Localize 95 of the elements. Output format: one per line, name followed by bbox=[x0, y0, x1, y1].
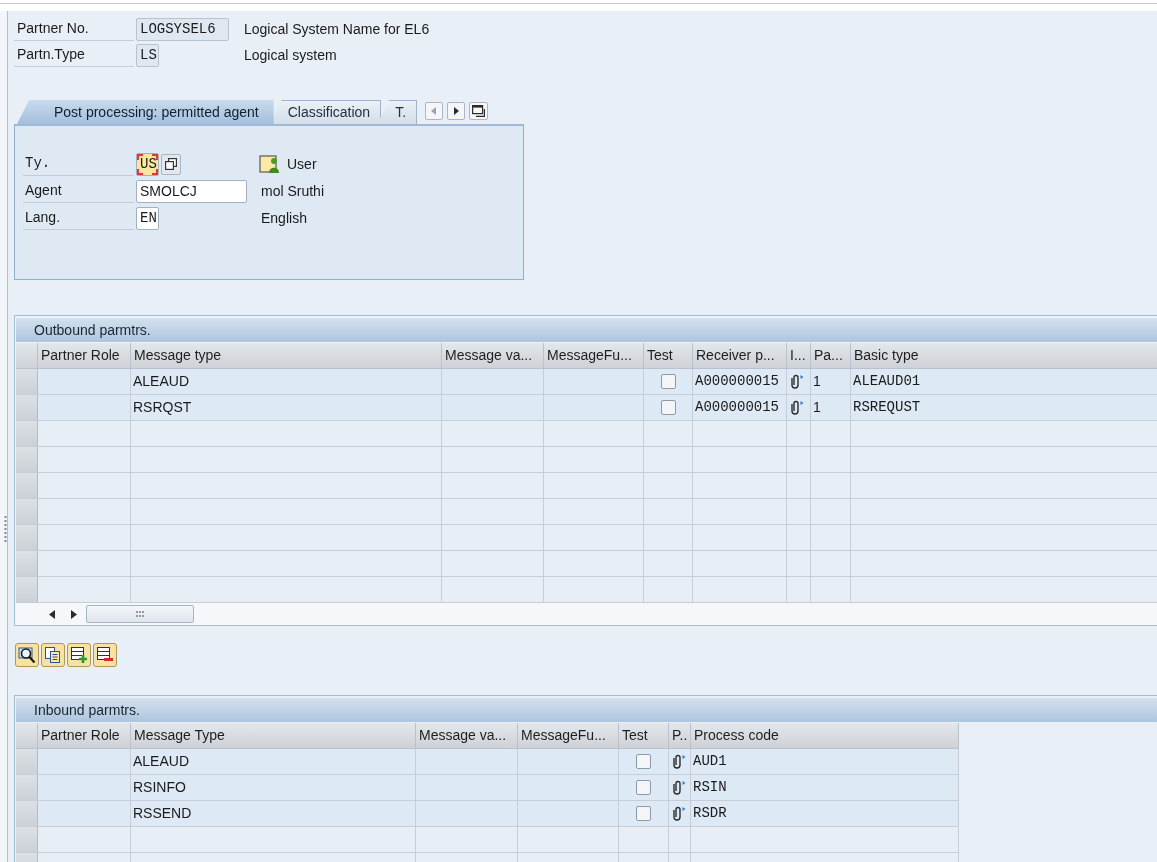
input-field[interactable]: EN bbox=[136, 206, 159, 230]
field-description: Logical system bbox=[244, 45, 337, 65]
field-label: Agent bbox=[23, 179, 134, 203]
paperclip-icon bbox=[671, 779, 686, 796]
column-header[interactable]: Test bbox=[619, 723, 669, 748]
row-selector[interactable] bbox=[16, 395, 38, 420]
field-description: mol Sruthi bbox=[260, 181, 325, 201]
column-header[interactable]: Process code bbox=[691, 723, 959, 748]
column-header[interactable]: MessageFu... bbox=[544, 343, 644, 368]
user-icon bbox=[259, 154, 281, 174]
row-selector[interactable] bbox=[16, 499, 38, 524]
table-cell: ALEAUD bbox=[131, 749, 416, 774]
column-header[interactable]: P.. bbox=[669, 723, 691, 748]
copy-icon bbox=[44, 646, 62, 664]
table-minus-icon bbox=[96, 646, 114, 664]
details-button[interactable] bbox=[15, 643, 39, 667]
row-selector[interactable] bbox=[16, 801, 38, 826]
copy-button[interactable] bbox=[41, 643, 65, 667]
select-all-button[interactable] bbox=[16, 343, 38, 368]
paperclip-icon bbox=[789, 399, 804, 416]
row-selector[interactable] bbox=[16, 369, 38, 394]
panel-title: Outbound parmtrs. bbox=[16, 318, 1157, 342]
tab[interactable]: Post processing: permitted agent bbox=[17, 100, 274, 124]
field-description: Logical System Name for EL6 bbox=[244, 19, 430, 39]
insert-row-button[interactable] bbox=[67, 643, 91, 667]
table-cell: RSDR bbox=[691, 801, 959, 826]
row-selector[interactable] bbox=[16, 525, 38, 550]
row-selector[interactable] bbox=[16, 749, 38, 774]
caret-left-icon bbox=[431, 107, 438, 115]
table-cell: RSIN bbox=[691, 775, 959, 800]
column-header[interactable]: Partner Role bbox=[38, 723, 131, 748]
scroll-tabs-right-button[interactable] bbox=[447, 102, 466, 120]
row-selector[interactable] bbox=[16, 577, 38, 602]
magnifier-icon bbox=[18, 646, 36, 664]
table-cell: A000000015 bbox=[693, 369, 787, 394]
table-cell: 1 bbox=[811, 395, 851, 420]
checkbox[interactable] bbox=[660, 374, 676, 389]
value-help-button[interactable] bbox=[161, 153, 181, 175]
table-cell: RSSEND bbox=[131, 801, 416, 826]
row-selector[interactable] bbox=[16, 827, 38, 852]
input-field[interactable]: LOGSYSEL6 bbox=[136, 17, 229, 41]
paperclip-icon bbox=[671, 805, 686, 822]
tab-list-button[interactable] bbox=[469, 102, 489, 120]
row-selector[interactable] bbox=[16, 551, 38, 576]
field-label: Partner No. bbox=[14, 17, 134, 41]
select-all-button[interactable] bbox=[16, 723, 38, 748]
column-header[interactable]: Test bbox=[644, 343, 693, 368]
checkbox[interactable] bbox=[636, 806, 651, 821]
field-label: Ty. bbox=[23, 152, 134, 176]
table-cell: A000000015 bbox=[693, 395, 787, 420]
row-selector[interactable] bbox=[16, 447, 38, 472]
caret-right-icon bbox=[453, 107, 460, 115]
field-description: User bbox=[287, 154, 317, 174]
delete-row-button[interactable] bbox=[93, 643, 117, 667]
row-selector[interactable] bbox=[16, 775, 38, 800]
copy-icon bbox=[165, 158, 177, 170]
paperclip-icon bbox=[671, 753, 686, 770]
table-cell: ALEAUD bbox=[131, 369, 442, 394]
splitter-grip-icon[interactable] bbox=[4, 516, 7, 542]
field-label: Lang. bbox=[23, 206, 134, 230]
table-plus-icon bbox=[70, 646, 88, 664]
input-field[interactable]: US bbox=[136, 152, 159, 176]
column-header[interactable]: Pa... bbox=[811, 343, 851, 368]
column-header[interactable]: Message va... bbox=[442, 343, 544, 368]
field-description: English bbox=[260, 208, 307, 228]
table-cell: RSRQST bbox=[131, 395, 442, 420]
column-header[interactable]: Receiver p... bbox=[693, 343, 787, 368]
column-header[interactable]: Message va... bbox=[416, 723, 518, 748]
scrollbar-thumb[interactable] bbox=[86, 605, 194, 623]
row-selector[interactable] bbox=[16, 473, 38, 498]
input-field[interactable]: LS bbox=[136, 43, 159, 67]
caret-left-icon bbox=[49, 609, 55, 619]
input-field[interactable]: SMOLCJ bbox=[136, 179, 247, 203]
column-header[interactable]: MessageFu... bbox=[518, 723, 619, 748]
column-header[interactable]: Basic type bbox=[851, 343, 1157, 368]
tab[interactable]: T. bbox=[377, 100, 418, 124]
column-header[interactable]: I... bbox=[787, 343, 811, 368]
checkbox[interactable] bbox=[660, 400, 676, 415]
paperclip-icon bbox=[789, 373, 804, 390]
table-cell: AUD1 bbox=[691, 749, 959, 774]
table-cell: RSINFO bbox=[131, 775, 416, 800]
panel-title: Inbound parmtrs. bbox=[16, 698, 1157, 722]
checkbox[interactable] bbox=[636, 780, 651, 795]
checkbox[interactable] bbox=[636, 754, 651, 769]
table-cell: RSREQUST bbox=[851, 395, 1157, 420]
grip-icon bbox=[135, 611, 145, 617]
column-header[interactable]: Partner Role bbox=[38, 343, 131, 368]
column-header[interactable]: Message type bbox=[131, 343, 442, 368]
row-selector[interactable] bbox=[16, 421, 38, 446]
field-label: Partn.Type bbox=[14, 43, 134, 67]
column-header[interactable]: Message Type bbox=[131, 723, 416, 748]
table-cell: ALEAUD01 bbox=[851, 369, 1157, 394]
table-cell: 1 bbox=[811, 369, 851, 394]
window-icon bbox=[472, 105, 486, 117]
caret-right-icon bbox=[71, 609, 77, 619]
